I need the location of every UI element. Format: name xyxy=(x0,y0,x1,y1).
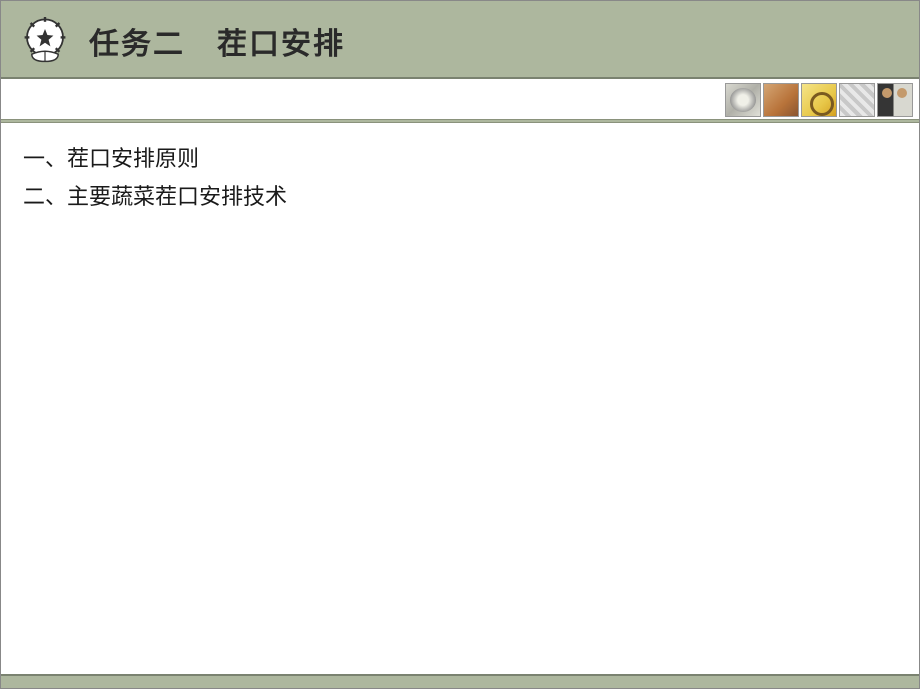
divider-line xyxy=(1,119,919,123)
thumb-pattern-icon xyxy=(839,83,875,117)
thumb-abstract-icon xyxy=(763,83,799,117)
thumbnail-strip xyxy=(725,83,913,117)
footer-band xyxy=(1,674,919,688)
star-badge-icon xyxy=(15,11,75,71)
body-line-1: 一、茬口安排原则 xyxy=(23,141,287,177)
slide-container: 任务二 茬口安排 一、茬口安排原则 二、主要蔬菜茬口安排技术 xyxy=(0,0,920,689)
body-content: 一、茬口安排原则 二、主要蔬菜茬口安排技术 xyxy=(23,141,287,218)
thumb-compass-icon xyxy=(725,83,761,117)
slide-title: 任务二 茬口安排 xyxy=(89,19,345,63)
body-line-2: 二、主要蔬菜茬口安排技术 xyxy=(23,179,287,215)
thumb-people-icon xyxy=(877,83,913,117)
thumb-magnifier-icon xyxy=(801,83,837,117)
header-band: 任务二 茬口安排 xyxy=(1,1,919,79)
